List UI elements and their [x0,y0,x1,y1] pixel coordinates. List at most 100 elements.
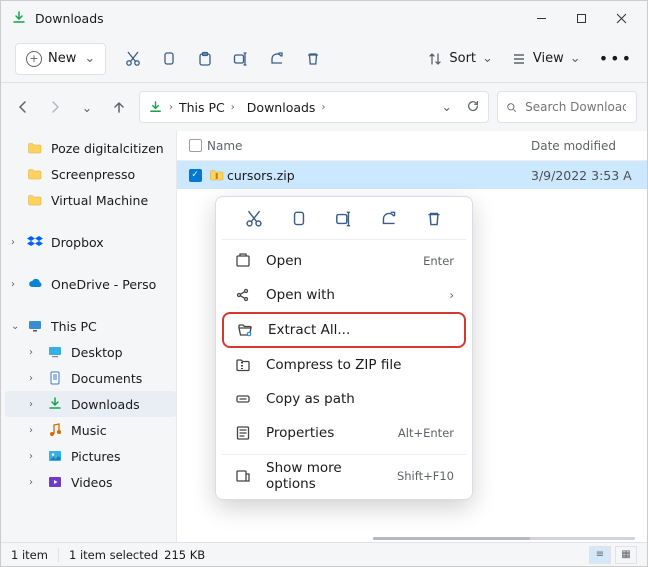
details-view-button[interactable]: ≡ [589,546,611,564]
row-checkbox[interactable]: ✓ [189,169,202,182]
forward-button[interactable] [43,95,67,119]
sidebar: Poze digitalcitizen Screenpresso Virtual M… [1,131,177,542]
pc-icon [27,318,43,334]
rename-icon[interactable] [334,209,354,229]
chevron-icon[interactable]: › [29,477,41,488]
titlebar: Downloads [1,1,647,35]
sidebar-item-downloads[interactable]: › Downloads [5,391,176,417]
toolbar: + New ⌄ Sort ⌄ View ⌄ ••• [1,35,647,83]
sidebar-item-dropbox[interactable]: ›Dropbox [5,229,176,255]
zip-icon [207,167,227,183]
sidebar-item-music[interactable]: ›Music [5,417,176,443]
menu-item-label: Properties [266,425,384,441]
chevron-icon[interactable]: › [11,237,23,248]
chevron-icon[interactable]: › [29,373,41,384]
chevron-icon[interactable]: › [29,425,41,436]
thumbnails-view-button[interactable]: ▦ [615,546,637,564]
breadcrumb[interactable]: This PC› [179,100,241,115]
sidebar-item-label: Pictures [71,449,121,464]
downloads-icon [11,10,27,26]
menu-item-extract-all-[interactable]: Extract All... [222,312,466,348]
cut-icon[interactable] [124,50,142,68]
sidebar-item-label: OneDrive - Perso [51,277,156,292]
desktop-icon [47,344,63,360]
share-icon[interactable] [268,50,286,68]
sidebar-item-label: Virtual Machine [51,193,148,208]
extract-icon [236,321,254,339]
copy-icon[interactable] [160,50,178,68]
zip-icon [234,356,252,374]
chevron-icon[interactable]: › [29,347,41,358]
selection-size: 215 KB [164,548,205,562]
menu-item-label: Open with [266,287,435,303]
sidebar-item-screenpresso[interactable]: Screenpresso [5,161,176,187]
search-box[interactable] [497,91,637,123]
menu-item-open[interactable]: Open Enter [222,244,466,278]
menu-item-copy-as-path[interactable]: Copy as path [222,382,466,416]
sidebar-item-videos[interactable]: ›Videos [5,469,176,495]
sidebar-item-documents[interactable]: › Documents [5,365,176,391]
menu-accelerator: Alt+Enter [398,426,454,440]
close-button[interactable] [601,3,641,33]
sidebar-item-label: Desktop [71,345,123,360]
menu-item-properties[interactable]: Properties Alt+Enter [222,416,466,450]
sidebar-item-onedrive-perso[interactable]: › OneDrive - Perso [5,271,176,297]
copy-icon[interactable] [289,209,309,229]
sidebar-item-label: Poze digitalcitizen [51,141,164,156]
rename-icon[interactable] [232,50,250,68]
new-label: New [48,51,76,66]
maximize-button[interactable] [561,3,601,33]
back-button[interactable] [11,95,35,119]
chevron-down-icon[interactable]: ⌄ [442,99,452,116]
new-button[interactable]: + New ⌄ [15,43,106,75]
share-icon[interactable] [379,209,399,229]
file-name: cursors.zip [227,168,531,183]
menu-item-label: Extract All... [268,322,452,338]
sidebar-item-pictures[interactable]: › Pictures [5,443,176,469]
cut-icon[interactable] [244,209,264,229]
sidebar-item-label: Documents [71,371,142,386]
file-row[interactable]: ✓ cursors.zip3/9/2022 3:53 A [177,161,647,189]
menu-accelerator: Enter [423,254,454,268]
paste-icon[interactable] [196,50,214,68]
file-date: 3/9/2022 3:53 A [531,168,641,183]
menu-item-label: Show more options [266,460,383,492]
item-count: 1 item [11,548,48,562]
menu-item-compress-to-zip-file[interactable]: Compress to ZIP file [222,348,466,382]
sidebar-item-poze-digitalcitizen[interactable]: Poze digitalcitizen [5,135,176,161]
sort-button[interactable]: Sort ⌄ [427,51,493,67]
menu-item-open-with[interactable]: Open with› [222,278,466,312]
select-all-checkbox[interactable] [183,139,207,152]
sidebar-item-desktop[interactable]: › Desktop [5,339,176,365]
column-date[interactable]: Date modified [531,139,641,153]
up-button[interactable] [107,95,131,119]
chevron-icon[interactable]: › [29,451,41,462]
sidebar-item-label: Downloads [71,397,140,412]
delete-icon[interactable] [424,209,444,229]
music-icon [47,422,63,438]
search-input[interactable] [523,99,628,115]
delete-icon[interactable] [304,50,322,68]
context-menu: Open Enter Open with› Extract All... Compres… [215,196,473,500]
more-button[interactable]: ••• [599,49,633,68]
breadcrumb[interactable]: Downloads› [247,100,332,115]
openwith-icon [234,286,252,304]
column-name[interactable]: Name [207,139,531,153]
chevron-icon[interactable]: ⌄ [11,321,23,332]
horizontal-scrollbar[interactable] [373,537,635,540]
videos-icon [47,474,63,490]
view-button[interactable]: View ⌄ [511,51,581,67]
recent-button[interactable]: ⌄ [75,95,99,119]
sidebar-item-this-pc[interactable]: ⌄ This PC [5,313,176,339]
sidebar-item-label: This PC [51,319,97,334]
plus-icon: + [26,51,42,67]
menu-item-label: Open [266,253,409,269]
address-bar[interactable]: › This PC› Downloads› ⌄ [139,91,489,123]
sidebar-item-virtual-machine[interactable]: Virtual Machine [5,187,176,213]
minimize-button[interactable] [521,3,561,33]
chevron-icon[interactable]: › [11,279,23,290]
menu-item-show-more-options[interactable]: Show more optionsShift+F10 [222,459,466,493]
chevron-icon[interactable]: › [29,399,41,410]
refresh-icon[interactable] [466,99,480,116]
crumb-sep: › [169,102,173,113]
